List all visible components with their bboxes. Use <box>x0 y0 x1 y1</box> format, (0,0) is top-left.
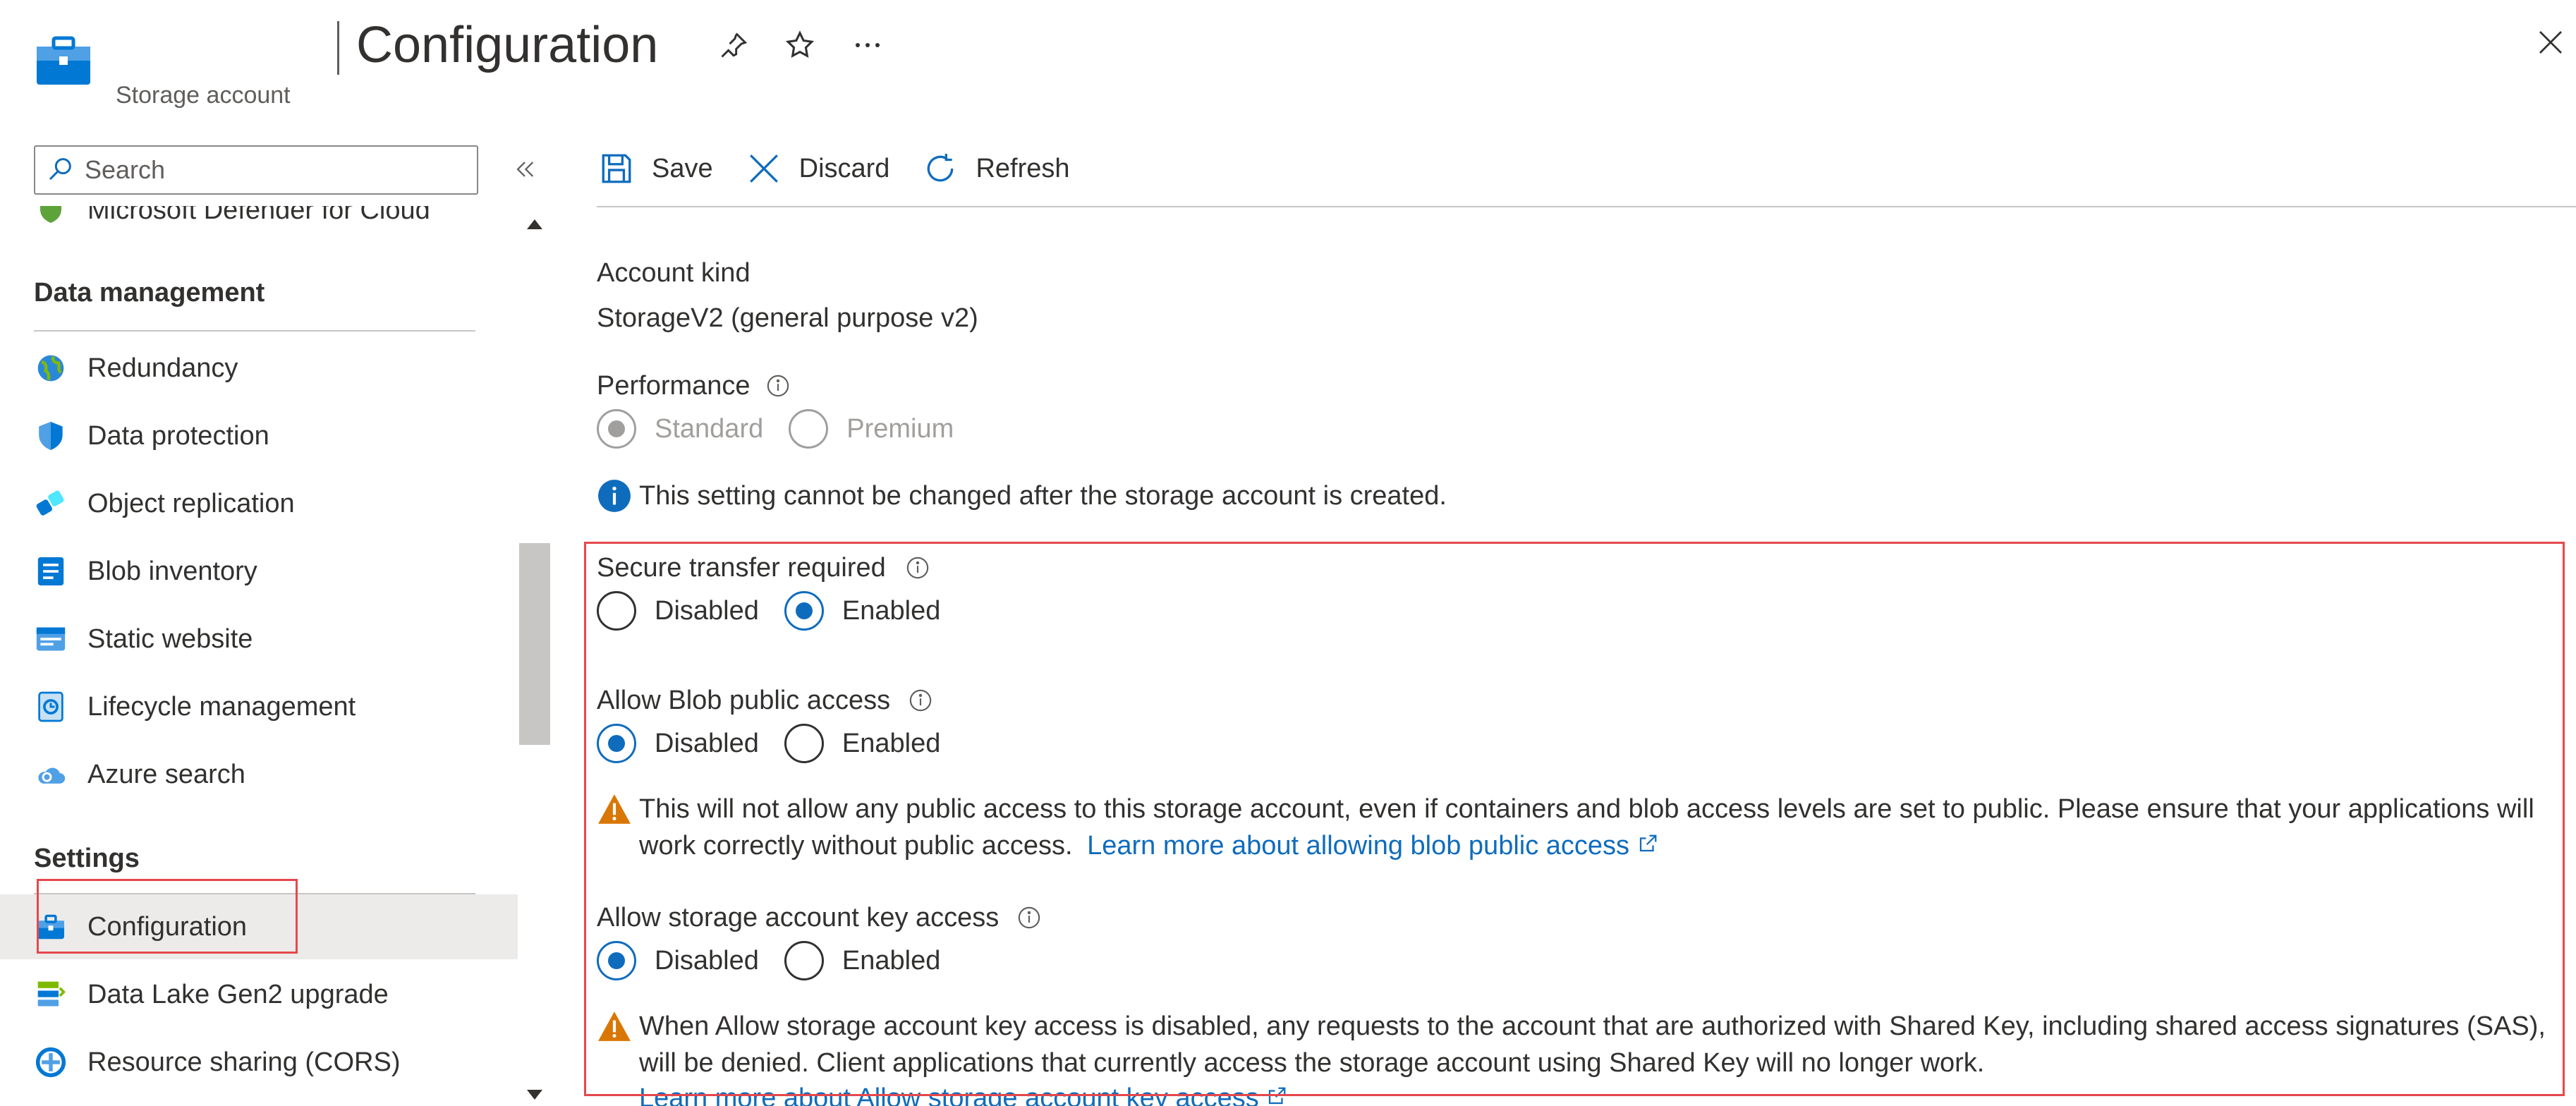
blob-public-access-learn-more-link[interactable]: Learn more about allowing blob public ac… <box>1087 831 1629 861</box>
more-options-button[interactable] <box>846 25 889 68</box>
sidebar-item-configuration[interactable]: Configuration <box>0 894 518 959</box>
sidebar-nav: Microsoft Defender for Cloud Data manage… <box>0 206 518 1106</box>
key-access-radio-group: Disabled Enabled <box>597 940 966 982</box>
cloud-search-icon <box>34 758 68 791</box>
toolbox-icon <box>34 910 68 944</box>
sidebar-item-azure-search[interactable]: Azure search <box>0 742 518 807</box>
sidebar-item-static-website[interactable]: Static website <box>0 607 518 672</box>
account-kind-label: Account kind <box>597 258 751 288</box>
sidebar-item-lifecycle-management[interactable]: Lifecycle management <box>0 674 518 739</box>
sidebar-item-redundancy[interactable]: Redundancy <box>0 336 518 401</box>
save-icon <box>597 149 636 188</box>
command-bar: Save Discard Refresh <box>597 138 1101 199</box>
defender-shield-icon <box>34 206 68 227</box>
performance-premium-radio[interactable] <box>789 409 829 449</box>
secure-transfer-disabled-radio[interactable] <box>597 591 636 631</box>
close-icon <box>2536 28 2565 60</box>
search-icon <box>47 154 75 186</box>
resource-type: Storage account <box>116 82 291 109</box>
performance-radio-group: Standard Premium <box>597 408 979 450</box>
sidebar-search-box[interactable] <box>34 145 478 195</box>
section-divider <box>34 330 475 332</box>
sidebar-item-object-replication[interactable]: Object replication <box>0 471 518 536</box>
info-circle-icon <box>597 478 632 514</box>
secure-transfer-radio-group: Disabled Enabled <box>597 590 966 632</box>
cors-icon <box>34 1045 68 1079</box>
blob-public-access-enabled-radio[interactable] <box>784 724 824 763</box>
close-icon <box>744 149 784 188</box>
inventory-icon <box>34 554 68 588</box>
scroll-down-button[interactable] <box>523 1085 546 1106</box>
lifecycle-icon <box>34 690 68 724</box>
collapse-sidebar-button[interactable] <box>505 151 545 190</box>
warning-icon <box>597 793 632 825</box>
triangle-up-icon <box>525 218 544 234</box>
pin-button[interactable] <box>712 25 755 68</box>
sidebar-item-data-protection[interactable]: Data protection <box>0 403 518 468</box>
double-chevron-left-icon <box>513 157 537 185</box>
ellipsis-icon <box>853 40 882 53</box>
close-button[interactable] <box>2528 21 2573 66</box>
sidebar-item-resource-sharing-cors[interactable]: Resource sharing (CORS) <box>0 1030 518 1095</box>
performance-info-icon[interactable] <box>766 374 790 398</box>
configuration-form: Account kind StorageV2 (general purpose … <box>597 207 2576 1106</box>
key-access-disabled-radio[interactable] <box>597 941 636 980</box>
performance-standard-radio[interactable] <box>597 409 636 449</box>
title-separator <box>337 21 339 75</box>
scroll-up-button[interactable] <box>523 214 546 237</box>
blob-public-access-warning-line1: This will not allow any public access to… <box>639 794 2534 824</box>
secure-transfer-enabled-radio[interactable] <box>784 591 824 631</box>
performance-label: Performance <box>597 371 751 401</box>
key-access-learn-more-link[interactable]: Learn more about Allow storage account k… <box>639 1083 1259 1106</box>
performance-note: This setting cannot be changed after the… <box>639 481 1447 511</box>
refresh-icon <box>921 149 960 188</box>
blob-public-access-warning-line2: work correctly without public access. Le… <box>639 830 1658 862</box>
sidebar-scroll-thumb[interactable] <box>519 543 550 745</box>
key-access-info-icon[interactable] <box>1017 906 1041 930</box>
blob-public-access-disabled-radio[interactable] <box>597 724 636 763</box>
storage-account-icon <box>34 34 93 87</box>
section-settings: Settings <box>34 844 140 873</box>
sidebar-item-data-lake-gen2-upgrade[interactable]: Data Lake Gen2 upgrade <box>0 962 518 1027</box>
external-link-icon <box>1266 1083 1287 1106</box>
key-access-enabled-radio[interactable] <box>784 941 824 980</box>
shield-icon <box>34 419 68 453</box>
key-access-warning-line2: will be denied. Client applications that… <box>639 1048 1985 1078</box>
save-button[interactable]: Save <box>597 138 713 199</box>
replication-icon <box>34 487 68 521</box>
key-access-warning-line1: When Allow storage account key access is… <box>639 1011 2546 1041</box>
key-access-label: Allow storage account key access <box>597 903 1000 932</box>
section-data-management: Data management <box>34 278 265 308</box>
discard-button[interactable]: Discard <box>744 138 889 199</box>
blob-public-access-label: Allow Blob public access <box>597 686 891 715</box>
blob-public-access-radio-group: Disabled Enabled <box>597 722 966 765</box>
account-kind-value: StorageV2 (general purpose v2) <box>597 303 978 333</box>
sidebar-search-input[interactable] <box>85 155 466 185</box>
secure-transfer-label: Secure transfer required <box>597 553 886 583</box>
blob-public-access-info-icon[interactable] <box>909 688 932 712</box>
key-access-learn-more-row: Learn more about Allow storage account k… <box>639 1082 1287 1106</box>
refresh-button[interactable]: Refresh <box>921 138 1070 199</box>
datalake-icon <box>34 978 68 1011</box>
globe-icon <box>34 351 68 385</box>
website-icon <box>34 622 68 656</box>
warning-icon <box>597 1010 632 1043</box>
favorite-button[interactable] <box>779 25 821 68</box>
external-link-icon <box>1637 831 1658 861</box>
secure-transfer-info-icon[interactable] <box>906 556 930 580</box>
triangle-down-icon <box>525 1088 544 1105</box>
sidebar-item-blob-inventory[interactable]: Blob inventory <box>0 539 518 604</box>
sidebar-item-defender[interactable]: Microsoft Defender for Cloud <box>0 206 518 243</box>
star-icon <box>784 29 816 65</box>
pin-icon <box>718 30 749 64</box>
page-title: Configuration <box>356 17 659 73</box>
